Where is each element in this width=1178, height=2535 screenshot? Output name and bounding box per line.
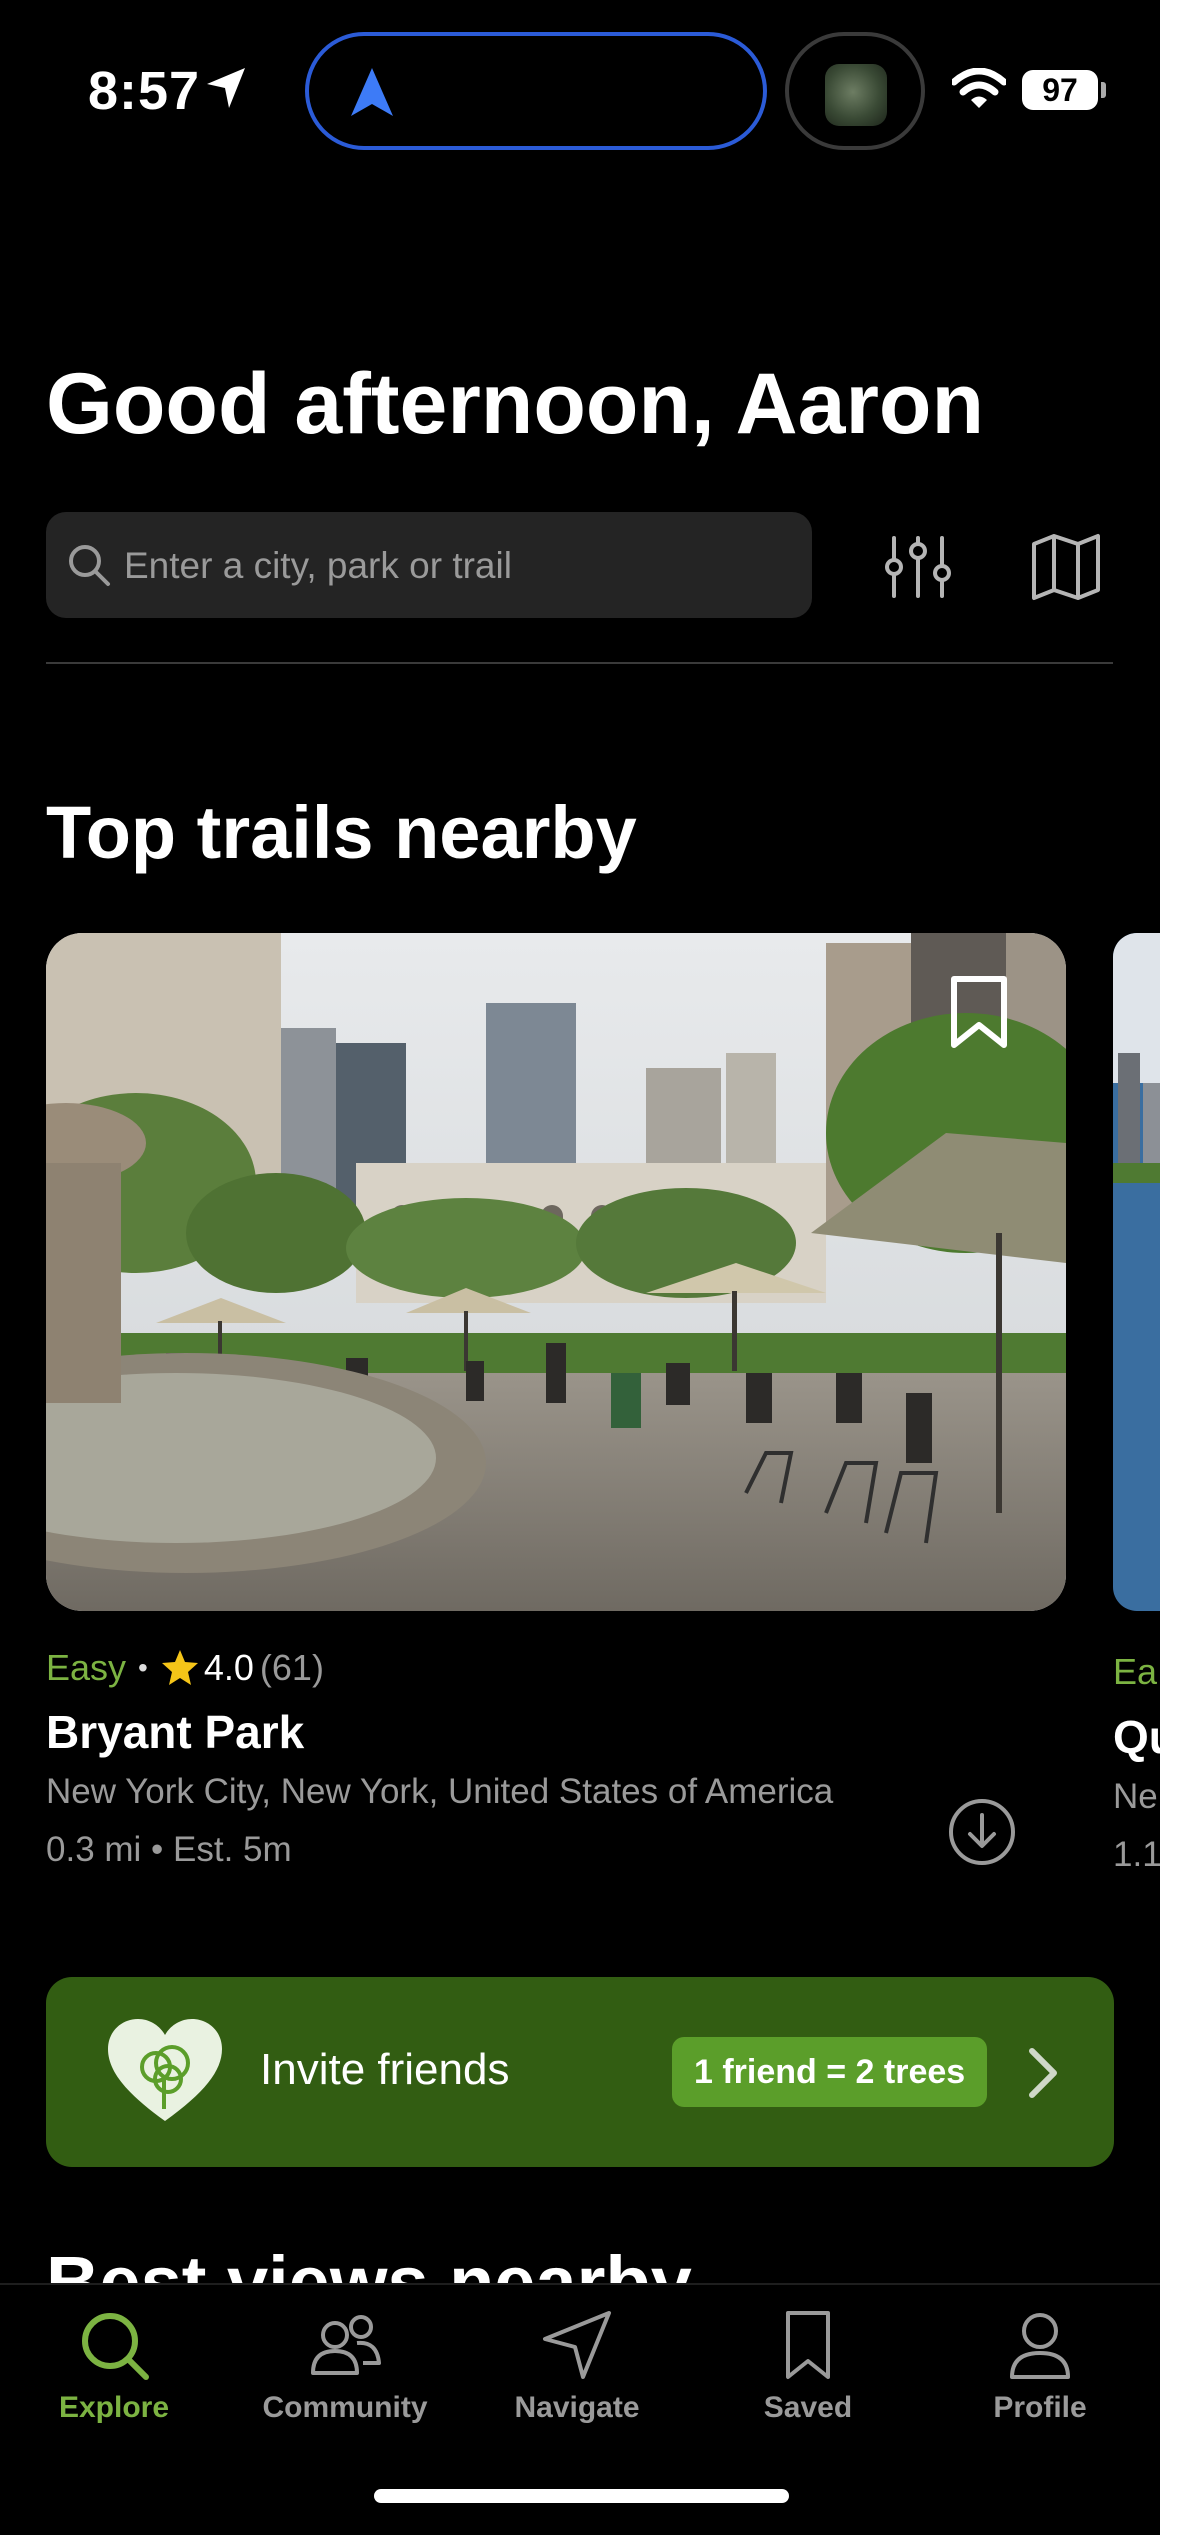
navigate-icon	[543, 2311, 611, 2379]
trail-card-photo[interactable]	[46, 933, 1066, 1611]
trail-stats: 0.3 mi • Est. 5m	[46, 1830, 292, 1870]
invite-friends-banner[interactable]: Invite friends 1 friend = 2 trees	[46, 1977, 1114, 2167]
trail-distance-next: 1.1	[1113, 1835, 1160, 1874]
dynamic-island-navigation[interactable]	[305, 32, 767, 150]
difficulty-label: Easy	[46, 1647, 127, 1688]
park-photo	[46, 933, 1066, 1611]
search-icon	[82, 2313, 149, 2380]
bookmark-icon	[786, 2311, 830, 2379]
trail-meta: Easy • 4.0 (61)	[46, 1647, 324, 1689]
tab-label: Navigate	[514, 2391, 640, 2424]
location-arrow-icon	[207, 68, 245, 108]
save-bookmark-icon[interactable]	[948, 975, 1010, 1051]
search-bar[interactable]	[46, 512, 812, 620]
invite-reward-badge: 1 friend = 2 trees	[672, 2037, 988, 2107]
person-icon	[1010, 2313, 1070, 2379]
home-indicator[interactable]	[374, 2489, 789, 2503]
trail-location: New York City, New York, United States o…	[46, 1772, 834, 1811]
invite-friends-label: Invite friends	[260, 2045, 510, 2094]
trail-estimate: Est. 5m	[173, 1830, 292, 1869]
dynamic-island-camera[interactable]	[785, 32, 925, 150]
chevron-right-icon	[1029, 2048, 1057, 2098]
tab-community[interactable]: Community	[245, 2305, 445, 2425]
trail-name-next[interactable]: Qu	[1113, 1710, 1160, 1764]
camera-thumbnail	[825, 64, 887, 126]
trail-name[interactable]: Bryant Park	[46, 1705, 304, 1759]
search-input[interactable]	[122, 512, 786, 620]
tab-label: Community	[262, 2391, 428, 2424]
wifi-icon	[952, 68, 1006, 108]
tab-label: Explore	[58, 2391, 170, 2424]
battery-indicator: 97	[1022, 70, 1098, 110]
review-count: (61)	[259, 1647, 324, 1688]
section-title-top-trails: Top trails nearby	[46, 791, 637, 874]
river-photo	[1113, 933, 1160, 1611]
battery-nub	[1101, 82, 1106, 98]
filter-sliders-icon[interactable]	[882, 530, 954, 602]
trail-distance: 0.3 mi	[46, 1830, 142, 1869]
heart-tree-icon	[108, 2019, 222, 2121]
tab-label: Profile	[993, 2391, 1087, 2424]
greeting-title: Good afternoon, Aaron	[46, 356, 984, 452]
download-icon[interactable]	[947, 1797, 1017, 1867]
screen-edge	[1160, 0, 1178, 2535]
divider	[46, 662, 1113, 664]
star-icon	[161, 1650, 198, 1685]
tab-explore[interactable]: Explore	[14, 2305, 214, 2425]
status-time: 8:57	[88, 61, 201, 121]
tab-saved[interactable]: Saved	[708, 2305, 908, 2425]
separator-dot: •	[138, 1652, 148, 1683]
tab-navigate[interactable]: Navigate	[477, 2305, 677, 2425]
tab-label: Saved	[763, 2391, 853, 2424]
app-screen: 8:57 97 Good afternoon, Aaron Enter a ci…	[0, 0, 1160, 2535]
tab-profile[interactable]: Profile	[940, 2305, 1140, 2425]
difficulty-label-next: Ea	[1113, 1651, 1158, 1692]
rating-value: 4.0	[203, 1647, 254, 1688]
map-icon[interactable]	[1030, 530, 1102, 602]
trail-card-photo-next[interactable]	[1113, 933, 1160, 1611]
separator-dot: •	[141, 1830, 174, 1869]
people-icon	[311, 2315, 381, 2375]
search-icon	[69, 545, 110, 586]
trail-location-next: Ne	[1113, 1777, 1158, 1816]
navigation-arrow-icon	[351, 68, 393, 116]
